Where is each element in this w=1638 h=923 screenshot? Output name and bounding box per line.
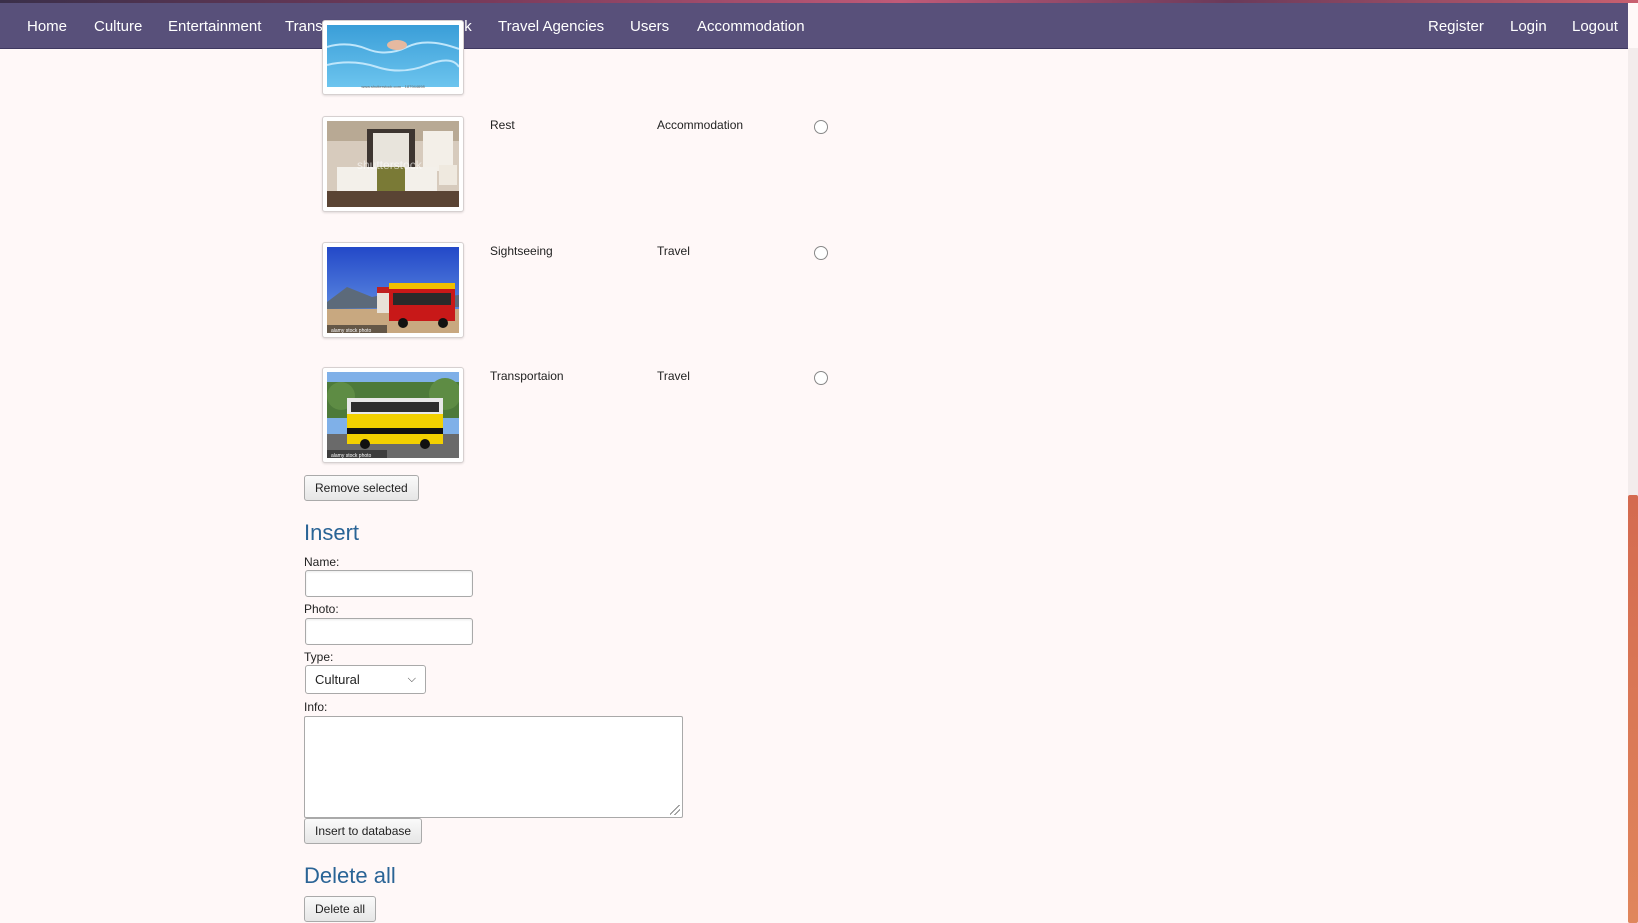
nav-entertainment[interactable]: Entertainment: [168, 3, 261, 48]
row-type: Travel: [657, 369, 690, 383]
svg-text:alamy stock photo: alamy stock photo: [331, 453, 372, 458]
delete-all-heading: Delete all: [304, 863, 396, 888]
nav-logout[interactable]: Logout: [1572, 3, 1618, 48]
row-name: Sightseeing: [490, 244, 553, 258]
nav-login[interactable]: Login: [1510, 3, 1547, 48]
nav-culture[interactable]: Culture: [94, 3, 142, 48]
nav-travel-agencies[interactable]: Travel Agencies: [498, 3, 604, 48]
insert-to-database-button[interactable]: Insert to database: [304, 818, 423, 844]
photo-input[interactable]: [305, 618, 473, 645]
type-select[interactable]: Cultural ⌵: [305, 665, 426, 694]
row-select-radio[interactable]: [814, 371, 828, 385]
svg-text:shutterstock: shutterstock: [357, 158, 423, 172]
nav-register[interactable]: Register: [1428, 3, 1484, 48]
name-input[interactable]: [305, 570, 473, 597]
row-type: Accommodation: [657, 118, 744, 132]
remove-selected-button[interactable]: Remove selected: [304, 475, 419, 501]
row-select-radio[interactable]: [814, 120, 828, 134]
name-label: Name:: [304, 555, 340, 569]
resize-handle-icon[interactable]: [670, 805, 680, 815]
delete-all-button[interactable]: Delete all: [304, 896, 377, 922]
pool-photo-thumbnail: www.shutterstock.com · 187944698: [322, 20, 464, 95]
hotel-room-photo-thumbnail: shutterstock: [322, 116, 464, 212]
info-textarea[interactable]: [304, 716, 683, 818]
vertical-scrollbar[interactable]: [1628, 48, 1638, 923]
row-name: Transportaion: [490, 369, 564, 383]
nav-users[interactable]: Users: [630, 3, 669, 48]
nav-home[interactable]: Home: [27, 3, 67, 48]
photo-label: Photo:: [304, 602, 339, 616]
main-navbar: Home Culture Entertainment Transportatio…: [0, 3, 1628, 49]
svg-text:alamy stock photo: alamy stock photo: [331, 328, 372, 333]
city-bus-photo-thumbnail: alamy stock photo: [322, 367, 464, 463]
chevron-down-icon: ⌵: [407, 673, 416, 685]
scrollbar-thumb[interactable]: [1628, 495, 1638, 923]
info-label: Info:: [304, 700, 328, 714]
nav-accommodation[interactable]: Accommodation: [697, 3, 805, 48]
row-type: Travel: [657, 244, 690, 258]
row-select-radio[interactable]: [814, 246, 828, 260]
type-label: Type:: [304, 650, 334, 664]
type-select-value: Cultural: [315, 672, 360, 687]
insert-heading: Insert: [304, 520, 360, 545]
row-name: Rest: [490, 118, 515, 132]
trolley-bus-photo-thumbnail: alamy stock photo: [322, 242, 464, 338]
